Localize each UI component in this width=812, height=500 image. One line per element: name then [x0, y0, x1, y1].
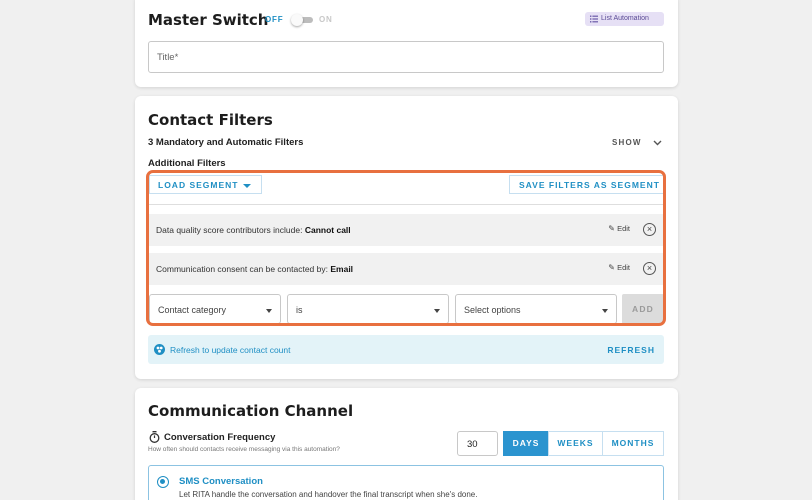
sms-description: Let RITA handle the conversation and han… — [179, 490, 478, 499]
communication-channel-title: Communication Channel — [148, 402, 354, 420]
show-mandatory-button[interactable]: SHOW — [612, 137, 664, 149]
chevron-down-icon — [653, 140, 662, 146]
sms-conversation-option[interactable]: SMS Conversation Let RITA handle the con… — [148, 465, 664, 500]
master-switch-title: Master Switch — [148, 11, 269, 29]
unit-weeks-button[interactable]: WEEKS — [548, 431, 603, 456]
mandatory-filters-label: 3 Mandatory and Automatic Filters — [148, 137, 304, 148]
contact-filters-title: Contact Filters — [148, 111, 273, 129]
refresh-note: Refresh to update contact count — [170, 345, 291, 355]
master-toggle[interactable] — [291, 14, 313, 26]
title-input[interactable]: Title* — [148, 41, 664, 73]
contacts-icon — [154, 344, 165, 355]
refresh-banner: Refresh to update contact count REFRESH — [148, 335, 664, 364]
unit-months-button[interactable]: MONTHS — [602, 431, 664, 456]
toggle-on-label: ON — [319, 15, 333, 24]
unit-days-button[interactable]: DAYS — [503, 431, 549, 456]
title-placeholder: Title* — [157, 52, 179, 63]
refresh-button[interactable]: REFRESH — [607, 345, 655, 355]
stopwatch-icon — [149, 431, 160, 443]
highlight-outline — [146, 170, 666, 326]
show-label: SHOW — [612, 138, 642, 147]
additional-filters-label: Additional Filters — [148, 158, 226, 169]
frequency-help-text: How often should contacts receive messag… — [148, 446, 340, 453]
frequency-value-input[interactable]: 30 — [457, 431, 498, 456]
badge-label: List Automation — [601, 15, 649, 22]
list-automation-badge: List Automation — [585, 12, 664, 26]
toggle-off-label: OFF — [265, 15, 284, 24]
radio-selected-icon — [157, 476, 169, 488]
frequency-value: 30 — [467, 439, 478, 450]
sms-title: SMS Conversation — [179, 476, 263, 487]
list-icon — [590, 15, 598, 23]
conversation-frequency-label: Conversation Frequency — [164, 432, 276, 443]
